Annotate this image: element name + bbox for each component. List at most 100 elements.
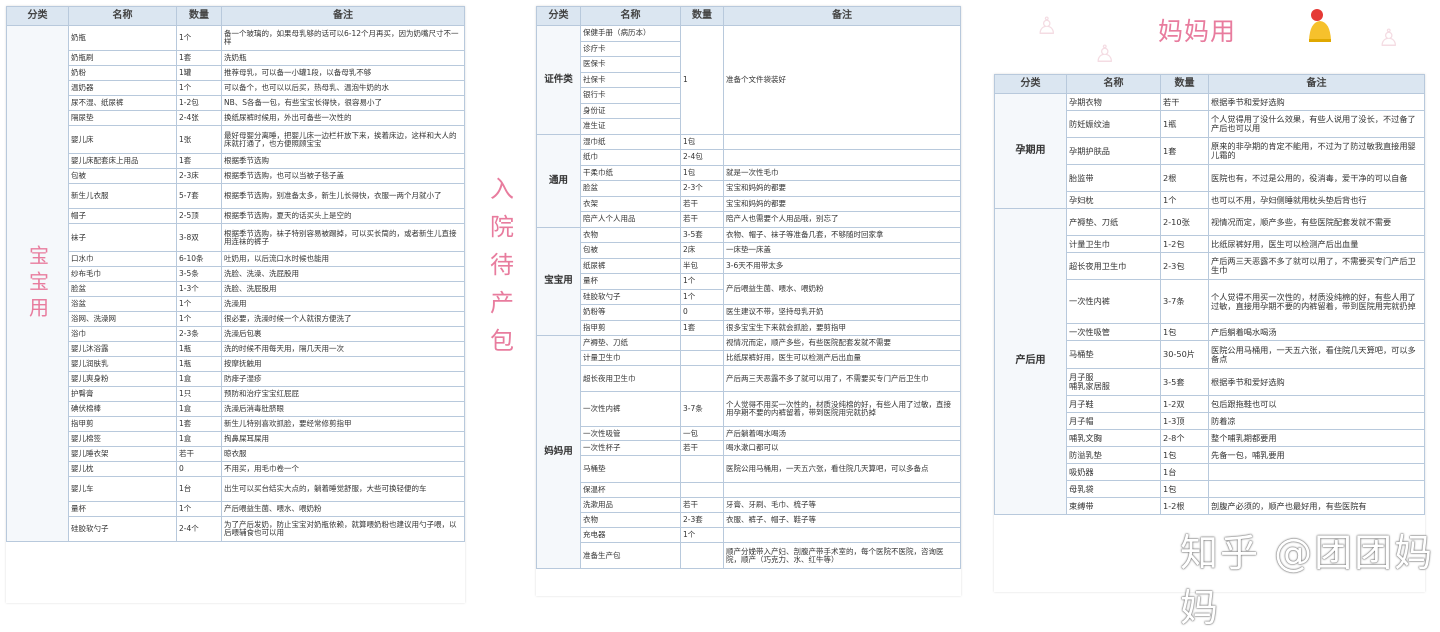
baby-items-table: 分类 名称 数量 备注 宝宝用 奶瓶 1个 备一个玻璃的，如果母乳够的话可以6-12个… [6,6,465,542]
item-qty: 1个 [680,273,724,290]
header-qty: 数量 [176,6,222,26]
table-row: 脸盆 2-3个 宝宝和妈妈的都要 [537,180,961,197]
item-qty: 1个 [680,527,724,543]
item-name: 包被 [68,168,177,184]
table-row: 硅胶软勺子 2-4个 为了产后发奶，防止宝宝对奶瓶依赖，就算喂奶粉也建议用勺子喂，以… [7,516,465,542]
header-note: 备注 [221,6,465,26]
item-name: 陪产人个人用品 [580,211,681,228]
item-note: 医院也有，不过是公用的，役消毒，爱干净的可以自备 [1208,164,1425,192]
item-name: 月子服 哺乳家居服 [1066,368,1161,396]
item-name: 产褥垫、刀纸 [580,335,681,351]
item-qty: 1盒 [176,401,222,417]
item-qty: 1瓶 [176,341,222,357]
item-note: 产后喂益生菌、喂水、喂奶粉 [221,501,465,517]
item-qty: 若干 [680,440,724,456]
item-note: 剖腹产必须的，顺产也最好用，有些医院有 [1208,497,1425,515]
item-name: 婴儿枕 [68,461,177,477]
item-name: 浴盆 [68,296,177,312]
item-note: 防痱子湿疹 [221,371,465,387]
item-name: 孕期衣物 [1066,93,1161,111]
item-name: 母乳袋 [1066,480,1161,498]
title-char: 院 [490,213,514,241]
item-note: 根据季节选购，别准备太多，新生儿长得快，衣服一两个月就小了 [221,183,465,209]
item-name: 干柔巾纸 [580,164,681,181]
item-note: 包后跟拖鞋也可以 [1208,395,1425,413]
group-cell: 孕期用 [994,93,1067,209]
item-note: 就是一次性毛巾 [723,164,961,181]
item-note: 产后喂益生菌、喂水、喂奶粉 [723,273,961,305]
item-qty: 1个 [176,311,222,327]
item-qty: 1包 [680,133,724,150]
item-note: 晾衣服 [221,446,465,462]
table-row: 量杯 1个 产后喂益生菌、喂水、喂奶粉 [7,501,465,517]
item-qty: 1瓶 [1160,110,1209,138]
title-char: 产 [490,289,514,317]
table-row: 马桶垫 医院公用马桶用，一天五六张，看住院几天算吧，可以多备点 [537,455,961,483]
item-name: 婴儿爽身粉 [68,371,177,387]
table-row: 奶粉 1罐 推荐母乳，可以备一小罐1段，以备母乳不够 [7,65,465,81]
table-row: 浴盆 1个 洗澡用 [7,296,465,312]
item-qty: 2-8个 [1160,429,1209,447]
item-qty: 0 [176,461,222,477]
mom-figure-icon [1309,9,1331,42]
item-name: 袜子 [68,223,177,252]
item-note: 根据季节选购，袜子特别容易被踢掉，可以买长筒的，或者新生儿直接用连袜的裤子 [221,223,465,252]
table-row: 隔尿垫 2-4张 换纸尿裤时候用，外出可备些一次性的 [7,110,465,126]
table-row: 婴儿睡衣架 若干 晾衣服 [7,446,465,462]
item-qty [680,365,724,392]
item-qty: 2-4个 [176,516,222,542]
table-row: 婴儿车 1台 出生可以买台结实大点的，躺着睡觉舒服，大些可换轻便的车 [7,476,465,502]
group-cell: 妈妈用 [536,335,581,569]
item-note: 衣服、裤子、帽子、鞋子等 [723,512,961,528]
item-name: 隔尿垫 [68,110,177,126]
item-note: 洗脸、洗屁股用 [221,281,465,297]
item-qty: 3-5条 [176,266,222,282]
item-qty: 3-5套 [1160,368,1209,396]
item-note: NB、S各备一包，有些宝宝长得快，很容易小了 [221,95,465,111]
item-name: 洗漱用品 [580,497,681,513]
item-name: 纸巾 [580,149,681,166]
item-qty: 1套 [680,319,724,336]
item-note: 防着凉 [1208,412,1425,430]
group-cell: 宝宝用 [536,226,581,336]
item-qty: 3-5套 [680,226,724,243]
item-qty: 1包 [680,164,724,181]
group-cell: 产后用 [994,208,1067,515]
item-note: 陪产人也需要个人用品哦，别忘了 [723,211,961,228]
header-name: 名称 [68,6,177,26]
item-qty: 2根 [1160,164,1209,192]
item-qty: 2-3个 [680,180,724,197]
item-qty: 若干 [680,497,724,513]
item-note: 洗澡后包裹 [221,326,465,342]
item-name: 一次性杯子 [580,440,681,456]
table-row: 一次性内裤 3-7条 个人觉得不用买一次性的，材质没纯棉的好，有些人用了过敏，直接用… [537,391,961,427]
item-qty: 2-4包 [680,149,724,166]
item-qty: 2-4张 [176,110,222,126]
item-note: 备一个玻璃的，如果母乳够的话可以6-12个月再买，因为奶嘴尺寸不一样 [221,25,465,51]
header-category: 分类 [536,6,581,26]
table-row: 纸巾 2-4包 [537,149,961,166]
item-name: 马桶垫 [580,455,681,483]
item-note: 喝水漱口都可以 [723,440,961,456]
item-name: 温奶器 [68,80,177,96]
item-name: 奶瓶 [68,25,177,51]
item-name: 准备生产包 [580,542,681,569]
item-note: 吐奶用，以后流口水时候也能用 [221,251,465,267]
item-qty: 1套 [176,416,222,432]
item-note: 比纸尿裤好用，医生可以检测产后出血量 [1208,235,1425,253]
item-name: 指甲剪 [580,319,681,336]
table-row: 洗漱用品 若干 牙膏、牙刷、毛巾、梳子等 [537,497,961,513]
item-note: 洗的时候不用每天用，隔几天用一次 [221,341,465,357]
item-note: 预防和治疗宝宝红屁屁 [221,386,465,402]
item-qty: 0 [680,304,724,321]
item-note: 可以备个，也可以以后买，热母乳、温泡牛奶的水 [221,80,465,96]
item-note: 先备一包，哺乳要用 [1208,446,1425,464]
item-name: 超长夜用卫生巾 [580,365,681,392]
table-row: 袜子 3-8双 根据季节选购，袜子特别容易被踢掉，可以买长筒的，或者新生儿直接用连袜… [7,223,465,252]
table-row: 通用 湿巾纸 1包 [536,133,961,228]
item-note [1208,480,1425,498]
item-note: 衣物、帽子、袜子等准备几套，不够随时回家拿 [723,226,961,243]
item-name: 婴儿沐浴露 [68,341,177,357]
item-qty: 2-3条 [176,326,222,342]
item-qty: 1-2双 [1160,395,1209,413]
